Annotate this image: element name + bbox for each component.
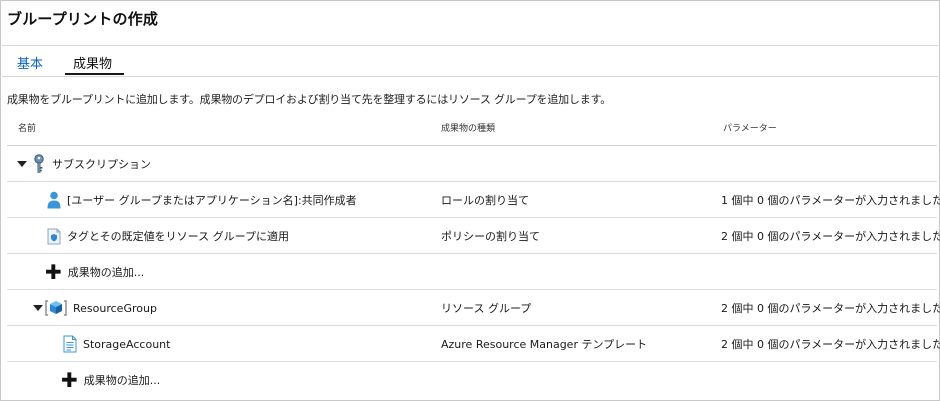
tab-artifacts[interactable]: 成果物 — [73, 53, 112, 72]
artifact-name[interactable]: タグとその既定値をリソース グループに適用 — [67, 228, 289, 244]
resource-group-row[interactable]: ResourceGroup リソース グループ 2 個中 0 個のパラメーターが… — [7, 290, 940, 326]
column-header-params: パラメーター — [723, 124, 777, 134]
column-header-type: 成果物の種類 — [441, 124, 496, 134]
column-header-name: 名前 — [18, 124, 37, 134]
artifact-type: ロールの割り当て — [441, 194, 529, 207]
artifact-params-status: 1 個中 0 個のパラメーターが入力されました — [721, 194, 940, 207]
table-row[interactable]: タグとその既定値をリソース グループに適用 ポリシーの割り当て 2 個中 0 個… — [7, 218, 940, 254]
policy-icon — [47, 228, 61, 245]
add-artifact-row[interactable]: ✚ 成果物の追加... — [7, 362, 937, 398]
artifact-type: Azure Resource Manager テンプレート — [441, 338, 648, 351]
active-tab-indicator — [65, 73, 124, 75]
subscription-row[interactable]: サブスクリプション — [7, 146, 937, 182]
artifact-params-status: 2 個中 0 個のパラメーターが入力されました — [721, 230, 940, 243]
artifact-params-status: 2 個中 0 個のパラメーターが入力されました — [721, 302, 940, 315]
description-text: 成果物をブループリントに追加します。成果物のデプロイおよび割り当て先を整理するに… — [7, 93, 612, 106]
artifact-type: リソース グループ — [441, 302, 532, 315]
add-artifact-label: 成果物の追加... — [83, 374, 161, 387]
resource-group-name[interactable]: ResourceGroup — [73, 302, 157, 315]
blueprint-panel: ブループリントの作成 基本 成果物 成果物をブループリントに追加します。成果物の… — [0, 0, 940, 401]
user-icon — [47, 191, 61, 209]
page-title: ブループリントの作成 — [7, 10, 159, 28]
collapse-caret-icon[interactable] — [33, 305, 43, 311]
add-artifact-row[interactable]: ✚ 成果物の追加... — [7, 254, 937, 290]
tab-bar: 基本 成果物 — [1, 46, 939, 76]
key-icon — [32, 154, 46, 174]
table-row[interactable]: [ユーザー グループまたはアプリケーション名]:共同作成者 ロールの割り当て 1… — [7, 182, 940, 218]
divider — [2, 76, 938, 77]
artifact-params-status: 2 個中 0 個のパラメーターが入力されました — [721, 338, 940, 351]
add-artifact-button[interactable]: ✚ 成果物の追加... — [61, 362, 160, 398]
add-artifact-label: 成果物の追加... — [67, 266, 145, 279]
artifact-type: ポリシーの割り当て — [441, 230, 540, 243]
add-artifact-button[interactable]: ✚ 成果物の追加... — [45, 254, 144, 290]
artifact-name[interactable]: [ユーザー グループまたはアプリケーション名]:共同作成者 — [67, 192, 357, 208]
subscription-label: サブスクリプション — [52, 158, 151, 171]
document-icon — [63, 335, 77, 353]
tab-basic[interactable]: 基本 — [17, 53, 43, 72]
artifact-name[interactable]: StorageAccount — [83, 338, 170, 351]
plus-icon: ✚ — [45, 260, 62, 284]
table-row[interactable]: StorageAccount Azure Resource Manager テン… — [7, 326, 940, 362]
collapse-caret-icon[interactable] — [17, 161, 27, 167]
resource-group-cube-icon — [45, 299, 67, 317]
plus-icon: ✚ — [61, 368, 78, 392]
